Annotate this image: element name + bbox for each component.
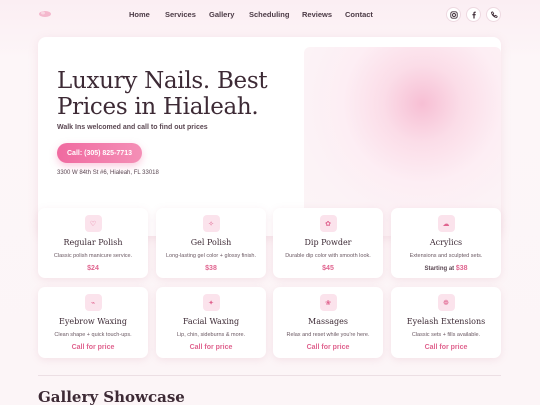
service-name: Massages bbox=[308, 317, 348, 326]
service-name: Acrylics bbox=[429, 238, 463, 247]
service-name: Facial Waxing bbox=[182, 317, 240, 326]
service-card-eyebrow-waxing[interactable]: ⌁ Eyebrow Waxing Clean shape + quick tou… bbox=[38, 287, 148, 358]
service-name: Eyelash Extensions bbox=[406, 317, 486, 326]
nav-reviews[interactable]: Reviews bbox=[302, 10, 332, 19]
sparkle-icon: ✧ bbox=[202, 215, 220, 232]
service-description: Extensions and sculpted sets. bbox=[409, 253, 483, 259]
service-price: Call for price bbox=[306, 344, 350, 351]
section-divider bbox=[38, 375, 501, 376]
instagram-icon bbox=[449, 10, 458, 19]
call-button[interactable]: Call: (305) 825-7713 bbox=[57, 143, 142, 163]
hero-title: Luxury Nails. Best Prices in Hialeah. bbox=[57, 68, 268, 120]
service-description: Durable dip color with smooth look. bbox=[285, 253, 371, 259]
hero-section: Luxury Nails. Best Prices in Hialeah. Wa… bbox=[38, 37, 501, 236]
gallery-title: Gallery Showcase bbox=[38, 388, 185, 405]
service-description: Lip, chin, sideburns & more. bbox=[176, 332, 246, 338]
top-navigation: Home Services Gallery Scheduling Reviews… bbox=[0, 0, 540, 29]
service-card-eyelash-extensions[interactable]: ❁ Eyelash Extensions Classic sets + fill… bbox=[391, 287, 501, 358]
flower-icon: ✿ bbox=[319, 215, 337, 232]
nav-home[interactable]: Home bbox=[129, 10, 150, 19]
nav-scheduling[interactable]: Scheduling bbox=[249, 10, 289, 19]
lotus-icon: ❀ bbox=[319, 294, 337, 311]
service-description: Clean shape + quick touch-ups. bbox=[54, 332, 132, 338]
service-card-regular-polish[interactable]: ♡ Regular Polish Classic polish manicure… bbox=[38, 208, 148, 278]
address-text: 3300 W 84th St #6, Hialeah, FL 33018 bbox=[57, 170, 159, 176]
eye-icon: ❁ bbox=[437, 294, 455, 311]
nail-logo-icon[interactable] bbox=[38, 9, 52, 19]
plus-icon: ✦ bbox=[202, 294, 220, 311]
service-description: Long-lasting gel color + glossy finish. bbox=[165, 253, 257, 259]
service-card-dip-powder[interactable]: ✿ Dip Powder Durable dip color with smoo… bbox=[273, 208, 383, 278]
hero-subtitle: Walk Ins welcomed and call to find out p… bbox=[57, 124, 208, 131]
service-price: $45 bbox=[322, 265, 334, 272]
service-price: $24 bbox=[87, 265, 99, 272]
service-description: Classic polish manicure service. bbox=[53, 253, 133, 259]
service-card-acrylics[interactable]: ☁ Acrylics Extensions and sculpted sets.… bbox=[391, 208, 501, 278]
service-card-gel-polish[interactable]: ✧ Gel Polish Long-lasting gel color + gl… bbox=[156, 208, 266, 278]
wax-icon: ⌁ bbox=[84, 294, 102, 311]
service-price: Call for price bbox=[424, 344, 468, 351]
heart-icon: ♡ bbox=[84, 215, 102, 232]
facebook-button[interactable] bbox=[466, 7, 481, 22]
service-price: Call for price bbox=[71, 344, 115, 351]
service-name: Eyebrow Waxing bbox=[59, 317, 127, 326]
service-description: Relax and reset while you're here. bbox=[286, 332, 370, 338]
service-price: $38 bbox=[205, 265, 217, 272]
service-card-massages[interactable]: ❀ Massages Relax and reset while you're … bbox=[273, 287, 383, 358]
nav-services[interactable]: Services bbox=[165, 10, 196, 19]
facebook-icon bbox=[471, 11, 476, 18]
nav-gallery[interactable]: Gallery bbox=[209, 10, 234, 19]
service-price: Starting at $38 bbox=[424, 265, 468, 272]
service-price: Call for price bbox=[189, 344, 233, 351]
service-name: Dip Powder bbox=[304, 238, 352, 247]
service-description: Classic sets + fills available. bbox=[411, 332, 481, 338]
service-name: Regular Polish bbox=[63, 238, 123, 247]
service-card-facial-waxing[interactable]: ✦ Facial Waxing Lip, chin, sideburns & m… bbox=[156, 287, 266, 358]
nav-contact[interactable]: Contact bbox=[345, 10, 373, 19]
service-name: Gel Polish bbox=[190, 238, 232, 247]
cloud-icon: ☁ bbox=[437, 215, 455, 232]
phone-button[interactable] bbox=[486, 7, 501, 22]
instagram-button[interactable] bbox=[446, 7, 461, 22]
phone-icon bbox=[490, 10, 498, 18]
